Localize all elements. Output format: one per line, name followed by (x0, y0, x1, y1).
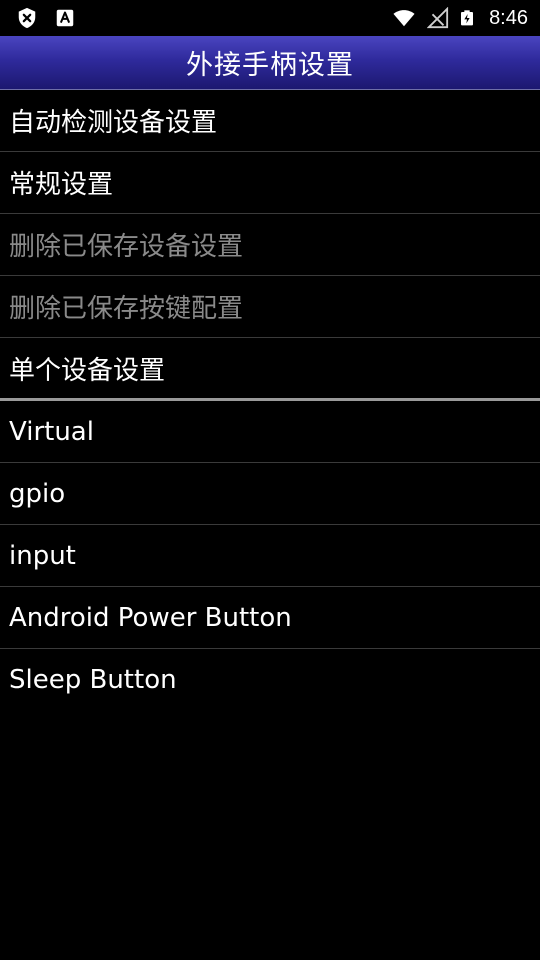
status-bar: 8:46 (0, 0, 540, 36)
section-header-label: 单个设备设置 (9, 355, 166, 386)
list-item-label: 删除已保存按键配置 (9, 294, 244, 324)
delete-saved-key-config-item: 删除已保存按键配置 (0, 276, 540, 338)
delete-saved-device-settings-item: 删除已保存设备设置 (0, 214, 540, 276)
device-item-virtual[interactable]: Virtual (0, 401, 540, 463)
device-name: Android Power Button (9, 602, 292, 633)
device-item-input[interactable]: input (0, 525, 540, 587)
device-item-sleep-button[interactable]: Sleep Button (0, 649, 540, 710)
device-item-gpio[interactable]: gpio (0, 463, 540, 525)
a-notification-icon (56, 9, 74, 27)
device-item-android-power-button[interactable]: Android Power Button (0, 587, 540, 649)
battery-charging-icon (461, 10, 474, 26)
list-item-label: 删除已保存设备设置 (9, 232, 244, 262)
auto-detect-settings-item[interactable]: 自动检测设备设置 (0, 90, 540, 152)
device-name: input (9, 540, 76, 571)
device-name: Sleep Button (9, 664, 177, 695)
device-name: Virtual (9, 416, 94, 447)
list-item-label: 自动检测设备设置 (9, 108, 218, 138)
title-bar: 外接手柄设置 (0, 36, 540, 90)
single-device-settings-header: 单个设备设置 (0, 338, 540, 401)
list-item-label: 常规设置 (9, 170, 114, 200)
settings-list: 自动检测设备设置 常规设置 删除已保存设备设置 删除已保存按键配置 单个设备设置… (0, 90, 540, 710)
no-signal-icon (427, 7, 449, 29)
shield-x-icon (18, 7, 36, 29)
clock: 8:46 (489, 6, 528, 29)
general-settings-item[interactable]: 常规设置 (0, 152, 540, 214)
wifi-icon (393, 10, 415, 27)
page-title: 外接手柄设置 (186, 50, 354, 81)
device-name: gpio (9, 478, 66, 509)
